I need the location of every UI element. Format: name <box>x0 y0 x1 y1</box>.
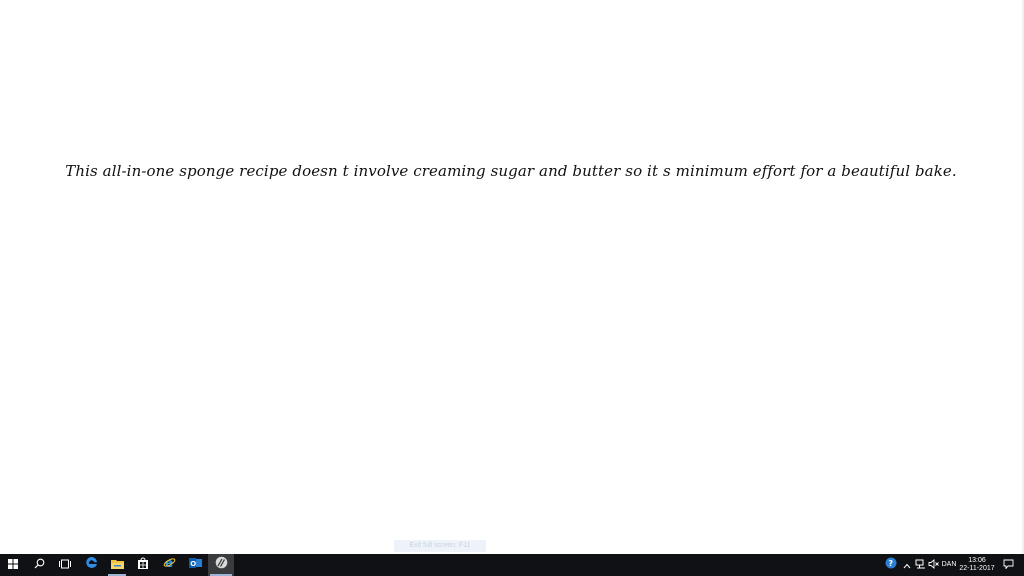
help-tray-button[interactable]: ? <box>884 554 898 576</box>
search-button[interactable] <box>26 554 52 576</box>
fullscreen-hint: Exit full screen: F11 <box>394 540 486 552</box>
file-explorer-icon <box>110 556 124 574</box>
help-icon: ? <box>885 556 897 574</box>
taskbar: e O ? DAN 13:06 22-11-2017 <box>0 554 1024 576</box>
windows-start-icon <box>8 556 18 574</box>
start-button[interactable] <box>0 554 26 576</box>
chevron-up-icon <box>903 556 911 574</box>
store-button[interactable] <box>130 554 156 576</box>
network-tray-button[interactable] <box>913 554 927 576</box>
document-canvas: This all-in-one sponge recipe doesn t in… <box>0 0 1024 554</box>
svg-text:O: O <box>190 560 196 568</box>
clock[interactable]: 13:06 22-11-2017 <box>959 554 995 576</box>
document-sentence: This all-in-one sponge recipe doesn t in… <box>65 162 957 180</box>
internet-explorer-icon: e <box>163 556 176 574</box>
active-app-icon <box>215 556 228 574</box>
internet-explorer-button[interactable]: e <box>156 554 182 576</box>
file-explorer-button[interactable] <box>104 554 130 576</box>
task-view-button[interactable] <box>52 554 78 576</box>
show-hidden-icons-button[interactable] <box>901 554 913 576</box>
svg-text:e: e <box>165 556 173 569</box>
language-indicator[interactable]: DAN <box>939 554 959 576</box>
outlook-button[interactable]: O <box>182 554 208 576</box>
edge-button[interactable] <box>78 554 104 576</box>
network-icon <box>915 556 926 574</box>
language-label: DAN <box>941 561 957 568</box>
outlook-icon: O <box>188 556 202 574</box>
clock-date: 22-11-2017 <box>959 565 995 572</box>
clock-time: 13:06 <box>968 557 986 564</box>
edge-icon <box>85 556 98 574</box>
volume-tray-button[interactable] <box>927 554 939 576</box>
task-view-icon <box>59 556 71 574</box>
volume-muted-icon <box>928 556 939 574</box>
search-icon <box>34 556 45 574</box>
notification-icon <box>1003 556 1014 574</box>
active-app-button[interactable] <box>208 554 234 576</box>
action-center-button[interactable] <box>998 554 1018 576</box>
svg-text:?: ? <box>888 559 893 568</box>
store-icon <box>137 556 149 574</box>
